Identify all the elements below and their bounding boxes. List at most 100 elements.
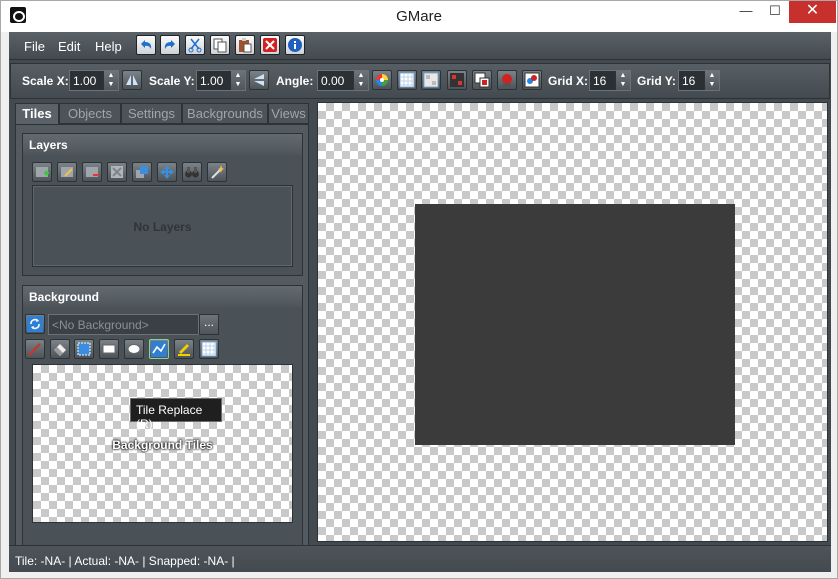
blocks-button[interactable] [447,70,467,90]
transform-toolbar: Scale X: 1.00 ▲ ▼ Scale Y: 1.00 ▲ ▼ Angle:… [10,63,830,99]
tab-views[interactable]: Views [268,103,309,124]
tile-replace-icon [151,341,167,357]
scale-x-value: 1.00 [73,74,97,88]
background-title: Background [23,286,302,307]
room-canvas[interactable] [317,102,828,542]
grid-x-label: Grid X: [548,74,589,88]
maximize-button[interactable]: ☐ [760,1,790,23]
app-client: File Edit Help Scale X: 1.00 ▲ ▼ Scale Y… [9,32,831,572]
optimize-layer-button[interactable] [207,162,227,182]
background-select[interactable]: <No Background> [48,314,199,335]
spinner-arrows-icon[interactable]: ▲ ▼ [230,71,245,90]
rectangle-tool-button[interactable] [99,339,119,359]
spinner-arrows-icon[interactable]: ▲ ▼ [353,71,368,90]
close-button[interactable]: ✕ [789,1,836,23]
tooltip: Tile Replace (R) [130,398,222,431]
grid-button[interactable] [397,70,417,90]
eraser-icon [54,344,66,356]
flip-horizontal-icon [126,75,138,85]
tab-backgrounds[interactable]: Backgrounds [182,103,268,124]
show-tiles-button[interactable] [472,70,492,90]
grid-x-spinner[interactable]: 16 ▲ ▼ [589,70,631,91]
layers-list[interactable]: No Layers [32,185,293,267]
grid-toggle-button[interactable] [421,70,441,90]
select-tool-button[interactable] [74,339,94,359]
objects-icon [502,74,512,87]
clear-layer-button[interactable] [107,162,127,182]
no-layers-text: No Layers [133,220,192,234]
undo-icon [141,40,152,49]
delete-layer-icon [86,167,99,177]
menu-help[interactable]: Help [95,39,122,54]
cut-button[interactable] [185,35,205,55]
find-layer-button[interactable] [182,162,202,182]
spinner-arrows-icon[interactable]: ▲ ▼ [704,71,719,90]
window-title: GMare [396,8,442,25]
scale-y-spinner[interactable]: 1.00 ▲ ▼ [196,70,246,91]
status-bar: Tile: -NA- | Actual: -NA- | Snapped: -NA… [9,545,831,572]
grid-y-value: 16 [682,74,696,88]
edit-layer-icon [61,167,73,177]
scale-x-label: Scale X: [22,74,69,88]
grid-x-value: 16 [593,74,607,88]
magic-wand-icon [211,165,224,179]
redo-button[interactable] [160,35,180,55]
menu-file[interactable]: File [24,39,45,54]
undo-button[interactable] [136,35,156,55]
show-objects-button[interactable] [497,70,517,90]
fill-tool-button[interactable] [174,339,194,359]
ellipse-icon [127,344,141,354]
refresh-background-button[interactable] [25,314,45,334]
info-icon [288,38,302,52]
eraser-tool-button[interactable] [50,339,70,359]
binoculars-icon [185,167,199,178]
rectangle-icon [102,344,116,354]
status-text: Tile: -NA- | Actual: -NA- | Snapped: -NA… [15,554,235,568]
tab-tiles[interactable]: Tiles [15,103,59,125]
layers-title: Layers [23,134,302,155]
add-layer-button[interactable] [32,162,52,182]
delete-icon [263,38,277,52]
shift-layer-icon [136,166,148,178]
scale-x-spinner[interactable]: 1.00 ▲ ▼ [69,70,119,91]
angle-value: 0.00 [321,74,345,88]
ellipse-tool-button[interactable] [124,339,144,359]
redo-icon [164,40,175,49]
room-area[interactable] [415,204,735,445]
copy-button[interactable] [210,35,230,55]
grid-icon [201,341,217,357]
spinner-arrows-icon[interactable]: ▲ ▼ [615,71,630,90]
grid-y-spinner[interactable]: 16 ▲ ▼ [678,70,720,91]
color-button[interactable] [372,70,392,90]
angle-spinner[interactable]: 0.00 ▲ ▼ [317,70,369,91]
delete-button[interactable] [260,35,280,55]
paste-icon [239,38,252,53]
color-wheel-icon [376,74,388,86]
scale-y-value: 1.00 [200,74,224,88]
cut-icon [188,38,202,53]
clear-layer-icon [111,166,123,178]
info-button[interactable] [285,35,305,55]
shift-layer-button[interactable] [132,162,152,182]
paste-button[interactable] [235,35,255,55]
instances-button[interactable] [522,70,542,90]
tab-objects[interactable]: Objects [59,103,121,124]
background-browse-button[interactable]: ... [199,314,219,335]
flip-vertical-button[interactable] [249,70,269,90]
tile-grid-button[interactable] [199,339,219,359]
app-window: GMare — ☐ ✕ File Edit Help Scale X: 1.00… [0,0,838,579]
tile-replace-button[interactable] [149,339,169,359]
checker-grid-icon [423,72,439,88]
pencil-tool-button[interactable] [25,339,45,359]
pencil-icon [28,343,41,356]
tab-settings[interactable]: Settings [121,103,182,124]
highlighter-icon [178,344,190,356]
spinner-arrows-icon[interactable]: ▲ ▼ [103,71,118,90]
menu-edit[interactable]: Edit [58,39,80,54]
move-layer-button[interactable] [157,162,177,182]
edit-layer-button[interactable] [57,162,77,182]
minimize-button[interactable]: — [731,1,761,23]
background-tiles-canvas[interactable]: Background Tiles [32,364,293,523]
delete-layer-button[interactable] [82,162,102,182]
flip-horizontal-button[interactable] [122,70,142,90]
